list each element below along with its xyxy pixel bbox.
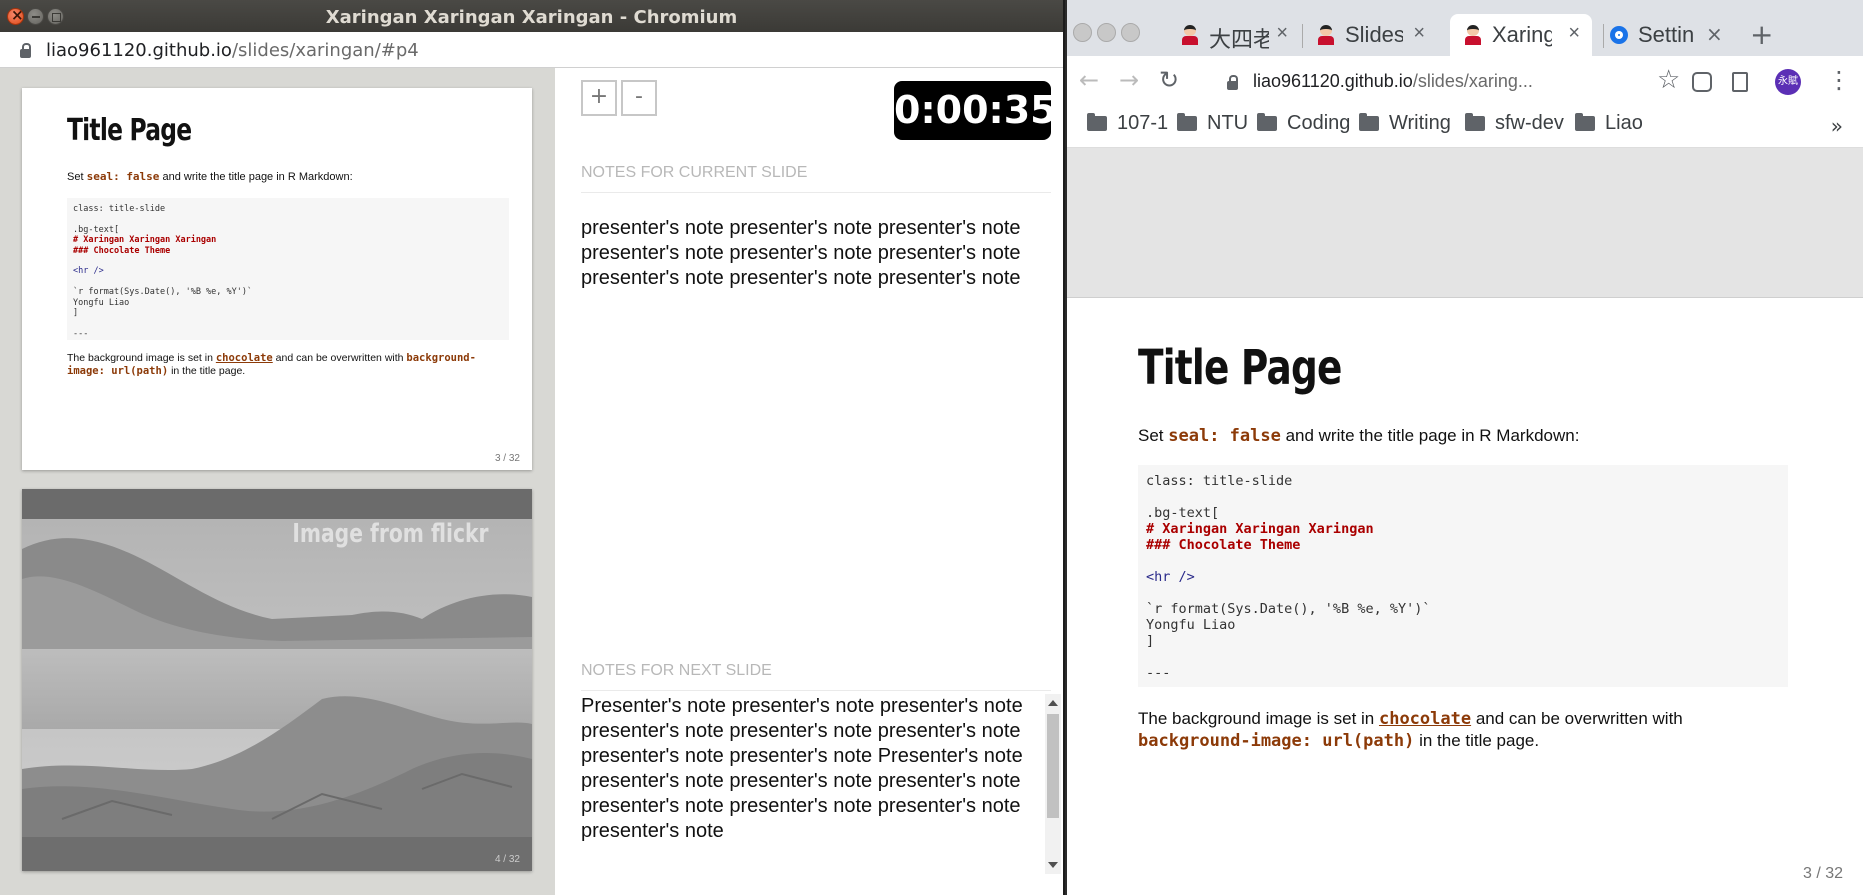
slide-preview-panel: Title Page Set seal: false and write the… [0,68,555,895]
presentation-timer[interactable]: 0:00:35 [894,81,1057,140]
inline-code: background-image: url(path) [1138,731,1415,751]
tab-label: 大四老 [1209,27,1269,52]
bookmark-folder[interactable]: sfw-dev [1465,112,1564,135]
next-slide-preview[interactable]: Image from flickr 4 / 32 [22,489,532,871]
scrollbar-thumb[interactable] [1047,714,1059,818]
slide-band [22,837,532,871]
tab-label: Slides [1345,22,1403,47]
profile-avatar[interactable]: 永賦 [1775,69,1801,95]
tab-close-icon[interactable]: × [1568,22,1580,45]
slide-number: 4 / 32 [494,854,520,865]
folder-icon [1575,113,1595,131]
slide-title: Title Page [1138,340,1342,396]
chocolate-link[interactable]: chocolate [1379,709,1471,729]
address-url[interactable]: liao961120.github.io/slides/xaringan/#p4 [46,40,419,61]
code-block: class: title-slide .bg-text[# Xaringan X… [1138,465,1788,687]
url-host: liao961120.github.io [46,40,232,61]
slide-view[interactable]: Title Page Set seal: false and write the… [1067,298,1863,895]
address-url[interactable]: liao961120.github.io/slides/xaring... [1253,71,1533,92]
zoom-in-button[interactable]: + [581,80,617,116]
bookmarks-bar: 107-1 NTU Coding Writing sfw-dev Liao » [1067,108,1863,148]
notes-current-heading: NOTES FOR CURRENT SLIDE [581,164,808,181]
notes-next-text: Presenter's note presenter's note presen… [581,695,1023,842]
bookmark-folder[interactable]: 107-1 [1087,112,1168,135]
slide-title: Title Page [67,113,192,148]
lock-icon [1227,75,1238,90]
document-extension-icon[interactable] [1732,72,1748,92]
slide-paragraph: Set seal: false and write the title page… [67,170,353,183]
settings-gear-icon [1610,26,1628,44]
new-tab-button[interactable]: + [1750,18,1773,51]
forward-arrow-icon[interactable]: → [1119,66,1139,94]
tab-3-active[interactable]: Xaring × [1450,14,1592,56]
browser-toolbar: ← → ↻ liao961120.github.io/slides/xaring… [1067,56,1863,108]
slide-paragraph: The background image is set in chocolate… [1138,709,1683,751]
bookmarks-overflow-icon[interactable]: » [1831,114,1843,138]
lock-icon [20,43,31,58]
bookmark-folder[interactable]: Liao [1575,112,1643,135]
minimize-window-button[interactable] [1097,23,1116,42]
slide-number: 3 / 32 [494,453,520,464]
current-slide-preview[interactable]: Title Page Set seal: false and write the… [22,88,532,470]
folder-icon [1359,113,1379,131]
notes-current-text: presenter's note presenter's note presen… [581,217,1021,289]
scroll-down-arrow-icon[interactable] [1048,862,1058,868]
bookmark-folder[interactable]: NTU [1177,112,1248,135]
browser-window: 大四老 × Slides × Xaring × ← → ↻ liao961120… [1067,0,1863,895]
tab-close-icon[interactable]: × [1413,22,1425,45]
scrollbar[interactable] [1045,694,1061,874]
tab-1[interactable]: 大四老 × [1167,14,1300,56]
line-extension-icon[interactable] [1692,72,1712,92]
notes-next-heading: NOTES FOR NEXT SLIDE [581,662,772,679]
window-titlebar: Xaringan Xaringan Xaringan - Chromium [0,0,1063,32]
url-host: liao961120.github.io [1253,71,1413,91]
tab-label: Xaring [1492,22,1552,47]
bookmark-star-icon[interactable]: ☆ [1657,65,1680,95]
inline-code: seal: false [1168,426,1281,446]
address-bar[interactable]: liao961120.github.io/slides/xaring... [1215,65,1640,99]
divider [581,690,1051,691]
bookmark-folder[interactable]: Coding [1257,112,1350,135]
slide-band [22,489,532,519]
maximize-window-button[interactable] [1121,23,1140,42]
tab-close-icon[interactable]: × [1276,22,1288,45]
reload-icon[interactable]: ↻ [1159,66,1179,94]
back-arrow-icon[interactable]: ← [1079,66,1099,94]
avatar-favicon-icon [1181,25,1199,45]
tab-2[interactable]: Slides × [1303,14,1437,56]
landscape-image [22,519,532,837]
url-path: /slides/xaringan/#p4 [231,40,419,61]
folder-icon [1465,113,1485,131]
divider [581,192,1051,193]
avatar-favicon-icon [1464,25,1482,45]
scroll-up-arrow-icon[interactable] [1048,700,1058,706]
tab-label: Settin [1638,22,1695,47]
notes-panel: + - 0:00:35 NOTES FOR CURRENT SLIDE pres… [555,68,1063,895]
zoom-out-button[interactable]: - [621,80,657,116]
window-title: Xaringan Xaringan Xaringan - Chromium [325,7,738,28]
tab-strip: 大四老 × Slides × Xaring × [1067,0,1863,56]
address-bar[interactable]: liao961120.github.io/slides/xaringan/#p4 [0,32,1063,68]
presenter-window: Xaringan Xaringan Xaringan - Chromium li… [0,0,1065,895]
url-path: /slides/xaring... [1412,71,1533,91]
code-block: class: title-slide .bg-text[# Xaringan X… [67,198,509,340]
close-window-button[interactable] [1073,23,1092,42]
page-margin [1067,148,1863,298]
folder-icon [1257,113,1277,131]
chocolate-link[interactable]: chocolate [216,352,273,364]
bookmark-folder[interactable]: Writing [1359,112,1451,135]
menu-kebab-icon[interactable]: ⋮ [1827,66,1851,94]
folder-icon [1087,113,1107,131]
slide-number: 3 / 32 [1802,865,1843,882]
image-caption: Image from flickr [291,519,488,549]
folder-icon [1177,113,1197,131]
slide-paragraph: Set seal: false and write the title page… [1138,426,1580,446]
slide-paragraph: The background image is set in chocolate… [67,352,476,377]
tab-close-icon[interactable]: × [1706,22,1723,46]
notes-next-scroll-area[interactable]: Presenter's note presenter's note presen… [581,694,1061,874]
tab-4[interactable]: Settin × [1602,14,1742,56]
inline-code: seal: false [86,170,160,183]
avatar-favicon-icon [1317,25,1335,45]
